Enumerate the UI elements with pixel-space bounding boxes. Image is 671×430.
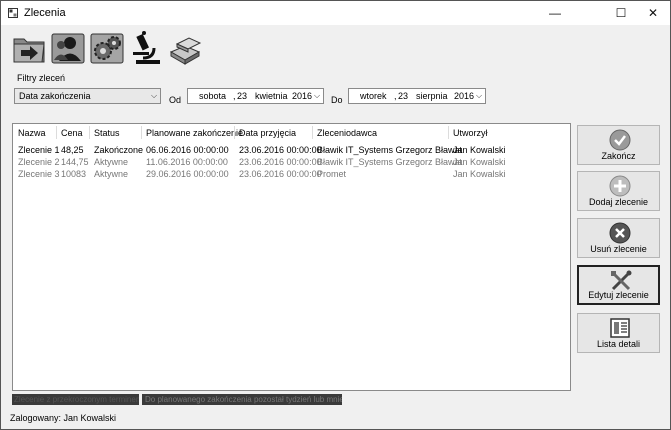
- metal-bars-icon: [169, 37, 202, 65]
- order-accepted-date: 23.06.2016 00:00:00: [239, 169, 322, 179]
- column-header-nazwa[interactable]: Nazwa: [18, 128, 46, 138]
- column-divider[interactable]: [89, 126, 90, 139]
- date-to-label: Do: [331, 95, 343, 105]
- chevron-down-icon: ⌵: [314, 91, 321, 100]
- column-header-created-by[interactable]: Utworzył: [453, 128, 488, 138]
- users-icon: [51, 33, 85, 64]
- order-name: Zlecenie 2: [18, 157, 60, 167]
- order-accepted-date: 23.06.2016 00:00:00: [239, 145, 322, 155]
- edit-order-button[interactable]: Edytuj zlecenie: [577, 265, 660, 305]
- microscope-tool-button[interactable]: [128, 30, 164, 66]
- column-header-accepted-date[interactable]: Data przyjęcia: [239, 128, 296, 138]
- filter-by-value: Data zakończenia: [19, 91, 91, 101]
- order-accepted-date: 23.06.2016 00:00:00: [239, 157, 322, 167]
- plus-icon: [609, 175, 631, 197]
- order-row[interactable]: Zlecenie 1 48,25 Zakończone 06.06.2016 0…: [13, 145, 570, 157]
- order-row[interactable]: Zlecenie 3 10083 Aktywne 29.06.2016 00:0…: [13, 169, 570, 181]
- parts-list-icon: [610, 318, 630, 338]
- overdue-legend: Zlecenie z przekroczonym terminem: [12, 394, 139, 405]
- delete-icon: [609, 222, 631, 244]
- date-to-weekday: wtorek: [360, 91, 387, 101]
- date-to-month: sierpnia: [416, 91, 448, 101]
- parts-list-label: Lista detali: [596, 339, 641, 349]
- chevron-down-icon: ⌵: [150, 91, 158, 100]
- due-soon-legend: Do planowanego zakończenia pozostał tydz…: [142, 394, 342, 405]
- date-from-year: 2016: [292, 91, 313, 101]
- date-from-weekday: sobota: [199, 91, 227, 101]
- date-from-label: Od: [169, 95, 182, 105]
- date-to-sep: ,: [394, 91, 397, 101]
- title-bar[interactable]: Zlecenia — ☐ ✕: [1, 1, 670, 25]
- column-divider[interactable]: [312, 126, 313, 139]
- column-divider[interactable]: [56, 126, 57, 139]
- add-order-label: Dodaj zlecenie: [588, 197, 649, 207]
- order-name: Zlecenie 3: [18, 169, 60, 179]
- column-divider[interactable]: [448, 126, 449, 139]
- order-row[interactable]: Zlecenie 2 144,75 Aktywne 11.06.2016 00:…: [13, 157, 570, 169]
- date-to-picker[interactable]: wtorek , 23 sierpnia 2016 ⌵: [348, 88, 486, 104]
- date-from-day: 23: [237, 91, 248, 101]
- order-planned-end: 29.06.2016 00:00:00: [146, 169, 229, 179]
- chevron-down-icon: ⌵: [476, 91, 483, 100]
- order-client: Promet: [317, 169, 347, 179]
- finish-order-label: Zakończ: [601, 151, 636, 161]
- order-status: Zakończone: [94, 145, 144, 155]
- filters-legend: Filtry zleceń: [17, 73, 66, 83]
- column-divider[interactable]: [234, 126, 235, 139]
- gears-tool-button[interactable]: [89, 30, 125, 66]
- order-price: 48,25: [61, 145, 84, 155]
- order-client: Bławik IT_Systems Grzegorz Bławat: [317, 157, 463, 167]
- order-created-by: Jan Kowalski: [453, 145, 506, 155]
- logged-in-status: Zalogowany: Jan Kowalski: [10, 413, 117, 423]
- users-tool-button[interactable]: [50, 30, 86, 66]
- order-created-by: Jan Kowalski: [453, 157, 506, 167]
- close-button[interactable]: ✕: [630, 1, 671, 25]
- remove-order-label: Usuń zlecenie: [590, 244, 647, 254]
- orders-list[interactable]: Nazwa Cena Status Planowane zakończenie …: [12, 123, 571, 391]
- date-from-month: kwietnia: [255, 91, 288, 101]
- folder-arrow-icon: [13, 38, 45, 63]
- edit-order-label: Edytuj zlecenie: [588, 290, 649, 300]
- column-header-cena[interactable]: Cena: [61, 128, 83, 138]
- checkmark-icon: [609, 129, 631, 151]
- order-price: 10083: [61, 169, 87, 179]
- minimize-button[interactable]: —: [532, 1, 578, 25]
- date-to-day: 23: [398, 91, 409, 101]
- order-client: Bławik IT_Systems Grzegorz Bławat: [317, 145, 463, 155]
- gears-icon: [90, 33, 124, 64]
- add-order-button[interactable]: Dodaj zlecenie: [577, 171, 660, 211]
- folder-arrow-tool-button[interactable]: [11, 30, 47, 66]
- date-to-year: 2016: [454, 91, 475, 101]
- order-planned-end: 11.06.2016 00:00:00: [146, 157, 228, 167]
- column-header-client[interactable]: Zleceniodawca: [317, 128, 377, 138]
- date-from-picker[interactable]: sobota , 23 kwietnia 2016 ⌵: [187, 88, 324, 104]
- orders-window: Zlecenia — ☐ ✕ Filtry zleceń Data zakońc…: [0, 0, 671, 430]
- column-header-status[interactable]: Status: [94, 128, 120, 138]
- window-title: Zlecenia: [24, 7, 66, 19]
- finish-order-button[interactable]: Zakończ: [577, 125, 660, 165]
- tools-icon: [611, 270, 632, 291]
- column-divider[interactable]: [141, 126, 142, 139]
- order-created-by: Jan Kowalski: [453, 169, 506, 179]
- order-planned-end: 06.06.2016 00:00:00: [146, 145, 229, 155]
- filter-by-select[interactable]: Data zakończenia ⌵: [14, 88, 161, 104]
- order-status: Aktywne: [94, 157, 129, 167]
- order-price: 144,75: [61, 157, 89, 167]
- metal-bars-tool-button[interactable]: [167, 30, 203, 66]
- order-name: Zlecenie 1: [18, 145, 60, 155]
- microscope-icon: [133, 31, 160, 64]
- order-status: Aktywne: [94, 169, 129, 179]
- app-icon: [8, 8, 18, 18]
- column-header-planned-end[interactable]: Planowane zakończenie: [146, 128, 243, 138]
- remove-order-button[interactable]: Usuń zlecenie: [577, 218, 660, 258]
- parts-list-button[interactable]: Lista detali: [577, 313, 660, 353]
- date-from-sep: ,: [233, 91, 236, 101]
- orders-list-header: Nazwa Cena Status Planowane zakończenie …: [13, 124, 570, 141]
